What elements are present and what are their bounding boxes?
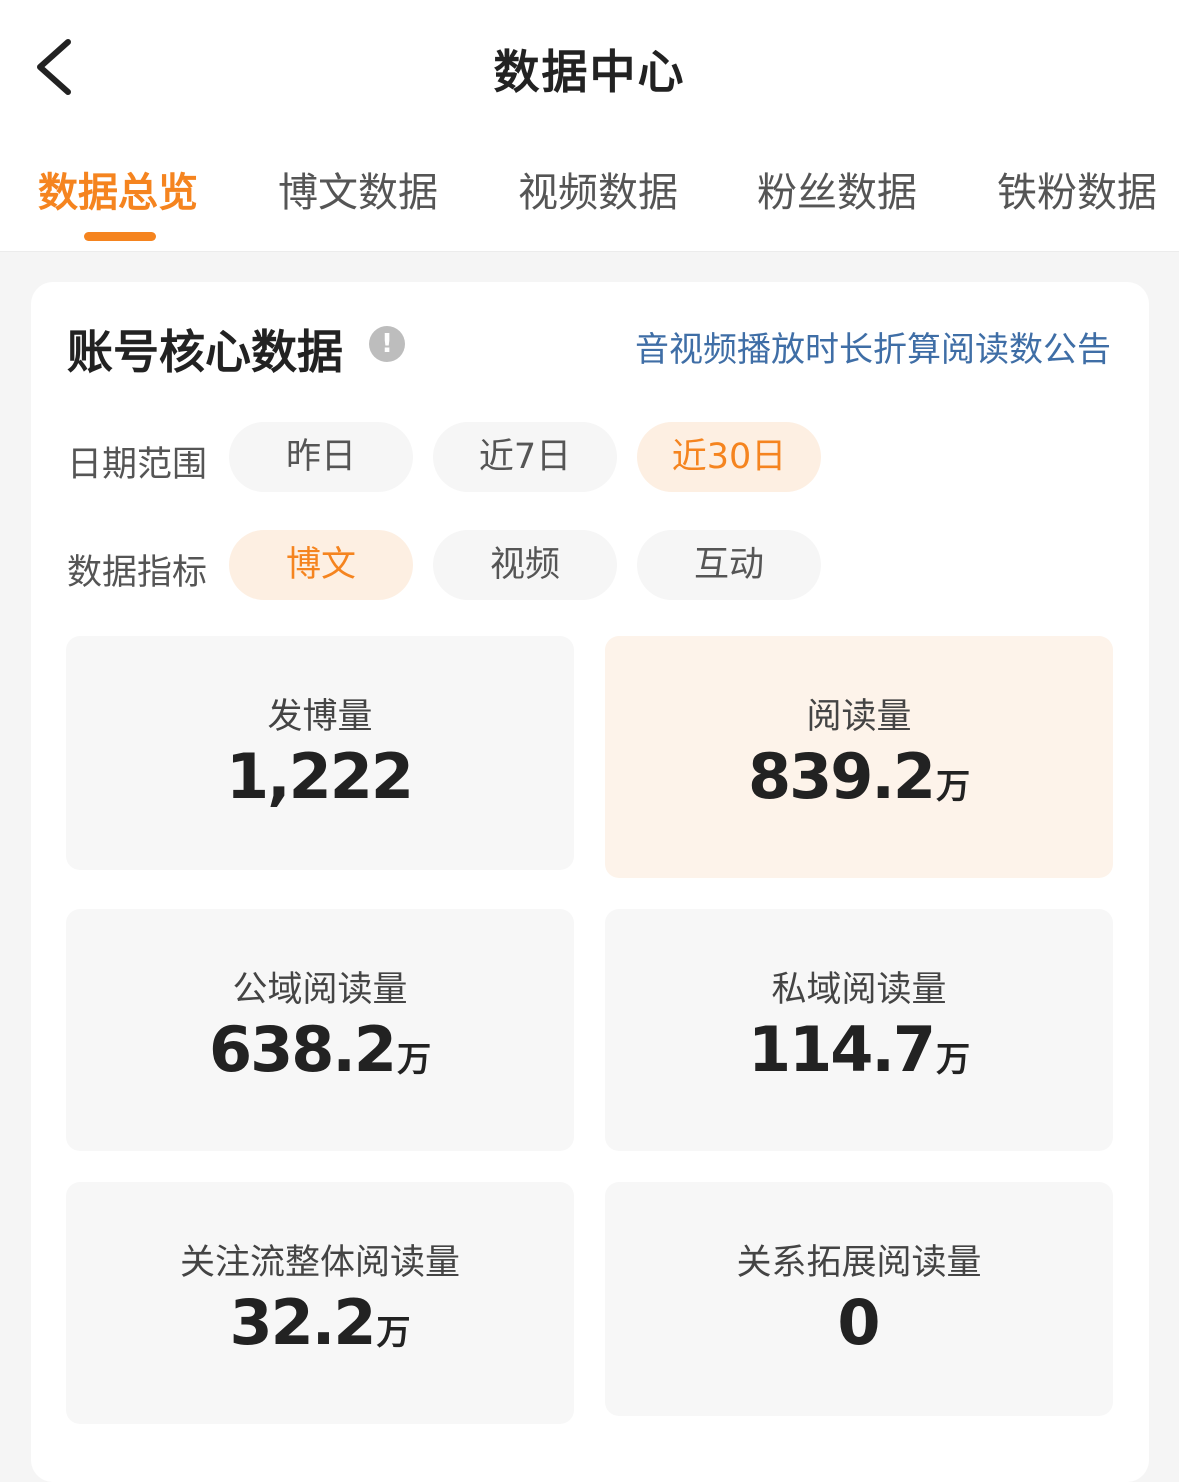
tab-iron-fans-data[interactable]: 铁粉数据 [997,160,1157,240]
tab-bar: 数据总览 博文数据 视频数据 粉丝数据 铁粉数据 [0,160,1179,252]
stat-value: 32.2万 [66,1286,574,1359]
core-data-card: 账号核心数据 ! 音视频播放时长折算阅读数公告 日期范围 昨日 近7日 近30日… [31,282,1149,1482]
metric-chip-video[interactable]: 视频 [433,530,617,600]
stat-value: 0 [605,1286,1113,1359]
stat-unit: 万 [397,1040,432,1080]
tab-overview[interactable]: 数据总览 [38,160,198,240]
metric-label: 数据指标 [67,553,208,593]
stat-label: 阅读量 [806,697,912,737]
stat-post-count[interactable]: 发博量 1,222 [66,636,574,870]
stat-number: 1,222 [225,740,414,813]
stat-label: 公域阅读量 [232,970,408,1010]
stat-value: 1,222 [66,740,574,813]
stat-label: 发博量 [267,697,373,737]
info-icon[interactable]: ! [369,326,405,362]
date-chip-30days[interactable]: 近30日 [637,422,821,492]
tab-fans-data[interactable]: 粉丝数据 [757,160,917,240]
active-tab-indicator [84,232,156,241]
stat-read-count[interactable]: 阅读量 839.2万 [605,636,1113,878]
tab-video-data[interactable]: 视频数据 [518,160,678,240]
stat-number: 839.2 [747,740,936,813]
metric-chip-interaction[interactable]: 互动 [637,530,821,600]
stat-unit: 万 [936,1040,971,1080]
metric-chip-posts[interactable]: 博文 [229,530,413,600]
date-range-label: 日期范围 [67,445,208,485]
stat-relationship-read-count[interactable]: 关系拓展阅读量 0 [605,1182,1113,1416]
stat-public-read-count[interactable]: 公域阅读量 638.2万 [66,909,574,1151]
stat-label: 关注流整体阅读量 [179,1243,460,1283]
conversion-notice-link[interactable]: 音视频播放时长折算阅读数公告 [635,322,1111,371]
stat-number: 32.2 [229,1286,377,1359]
stat-unit: 万 [376,1313,411,1353]
stat-value: 638.2万 [66,1013,574,1086]
stat-value: 839.2万 [605,740,1113,813]
date-chip-7days[interactable]: 近7日 [433,422,617,492]
stat-label: 私域阅读量 [771,970,947,1010]
date-chip-yesterday[interactable]: 昨日 [229,422,413,492]
stat-value: 114.7万 [605,1013,1113,1086]
stat-private-read-count[interactable]: 私域阅读量 114.7万 [605,909,1113,1151]
tab-post-data[interactable]: 博文数据 [278,160,438,240]
page-title: 数据中心 [493,45,686,99]
stat-number: 0 [837,1286,880,1359]
card-title: 账号核心数据 [67,325,343,379]
stat-number: 638.2 [208,1013,397,1086]
stat-follow-feed-read-count[interactable]: 关注流整体阅读量 32.2万 [66,1182,574,1424]
stat-label: 关系拓展阅读量 [736,1243,982,1283]
top-bar: 数据中心 数据总览 博文数据 视频数据 粉丝数据 铁粉数据 [0,0,1179,252]
stat-unit: 万 [936,767,971,807]
stat-number: 114.7 [747,1013,936,1086]
